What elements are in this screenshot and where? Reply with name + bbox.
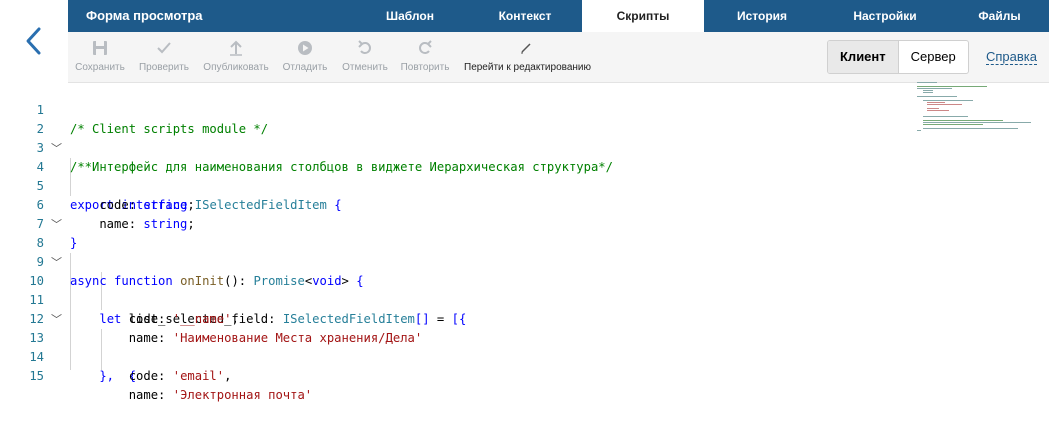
code-editor[interactable]: 1 /* Client scripts module */ 2 3 /**Инт… — [0, 82, 1049, 402]
code-line: 4 ﹀ export interface ISelectedFieldItem … — [0, 139, 900, 212]
code-line: 8 ﹀ async function onInit(): Promise<voi… — [0, 215, 900, 288]
minimap-line — [923, 90, 933, 91]
minimap-line — [917, 96, 957, 97]
code-line: 3 /**Интерфейс для наименования столбцов… — [0, 120, 900, 174]
toolbar: Сохранить Проверить Опубликовать Отладит… — [68, 32, 1049, 83]
minimap-line — [917, 86, 987, 87]
code-line: 7 } — [0, 196, 900, 250]
code-line: 1 /* Client scripts module */ — [0, 82, 900, 136]
undo-icon — [358, 40, 371, 54]
minimap-line — [917, 130, 921, 131]
upload-icon — [230, 40, 242, 56]
edit-button[interactable]: Перейти к редактированию — [464, 36, 592, 80]
tab-history[interactable]: История — [704, 0, 820, 32]
save-icon — [93, 41, 107, 55]
minimap-line — [927, 102, 945, 103]
minimap-line — [923, 122, 1031, 123]
chevron-left-icon — [26, 27, 41, 55]
edit-label: Перейти к редактированию — [464, 62, 592, 73]
mode-switch: Клиент Сервер — [827, 40, 969, 74]
help-link[interactable]: Справка — [986, 49, 1037, 65]
fold-chevron-icon[interactable]: ﹀ — [51, 253, 62, 272]
code-line: 9 — [0, 234, 900, 269]
publish-button[interactable]: Опубликовать — [202, 36, 270, 80]
minimap-line — [927, 104, 962, 105]
redo-button[interactable]: Повторить — [399, 36, 451, 80]
save-label: Сохранить — [75, 62, 125, 73]
minimap-line — [923, 124, 983, 125]
page-title: Форма просмотра — [86, 8, 203, 23]
minimap-line — [923, 92, 933, 93]
pencil-icon — [521, 43, 531, 54]
debug-button[interactable]: Отладить — [280, 36, 330, 80]
checkmark-icon — [157, 42, 171, 54]
minimap-line — [927, 108, 939, 109]
tab-settings[interactable]: Настройки — [820, 0, 950, 32]
code-line: 12 name: 'Наименование Места хранения/Де… — [0, 291, 900, 345]
tab-template[interactable]: Шаблон — [350, 0, 470, 32]
check-button[interactable]: Проверить — [138, 36, 190, 80]
debug-label: Отладить — [282, 62, 328, 73]
server-mode-button[interactable]: Сервер — [897, 41, 968, 73]
code-line: 11 code: '__name', — [0, 272, 900, 326]
back-button[interactable] — [0, 0, 68, 82]
code-line: 2 — [0, 101, 900, 136]
redo-label: Повторить — [400, 62, 450, 73]
code-line: 10 ﹀ let list_selected_field: ISelectedF… — [0, 253, 900, 326]
undo-button[interactable]: Отменить — [340, 36, 390, 80]
minimap-line — [923, 128, 1018, 129]
tab-context[interactable]: Контекст — [470, 0, 580, 32]
undo-label: Отменить — [342, 62, 388, 73]
minimap-line — [927, 110, 949, 111]
code-text: name: 'Электронная почта' — [70, 388, 313, 402]
publish-label: Опубликовать — [203, 62, 269, 73]
code-line: 13 ﹀ }, { — [0, 310, 900, 383]
code-line: 15 name: 'Электронная почта' — [0, 348, 900, 402]
save-button[interactable]: Сохранить — [74, 36, 126, 80]
tab-scripts[interactable]: Скрипты — [582, 0, 704, 32]
minimap-line — [917, 82, 937, 83]
code-line: 5 code: string; — [0, 158, 900, 212]
redo-icon — [419, 40, 432, 54]
top-navigation: Форма просмотра Шаблон Контекст Скрипты … — [68, 0, 1049, 32]
minimap-line — [923, 100, 973, 101]
client-mode-button[interactable]: Клиент — [828, 41, 898, 73]
check-label: Проверить — [138, 62, 189, 73]
play-icon — [298, 41, 312, 55]
fold-chevron-icon[interactable]: ﹀ — [51, 215, 62, 234]
minimap-line — [917, 88, 952, 89]
code-line: 6 name: string; — [0, 177, 900, 231]
minimap-line — [923, 120, 1003, 121]
fold-chevron-icon[interactable]: ﹀ — [51, 139, 62, 158]
minimap-line — [923, 116, 968, 117]
fold-chevron-icon[interactable]: ﹀ — [51, 310, 62, 329]
code-minimap[interactable] — [917, 82, 1032, 142]
code-line: 14 code: 'email', — [0, 329, 900, 383]
tab-files[interactable]: Файлы — [950, 0, 1049, 32]
